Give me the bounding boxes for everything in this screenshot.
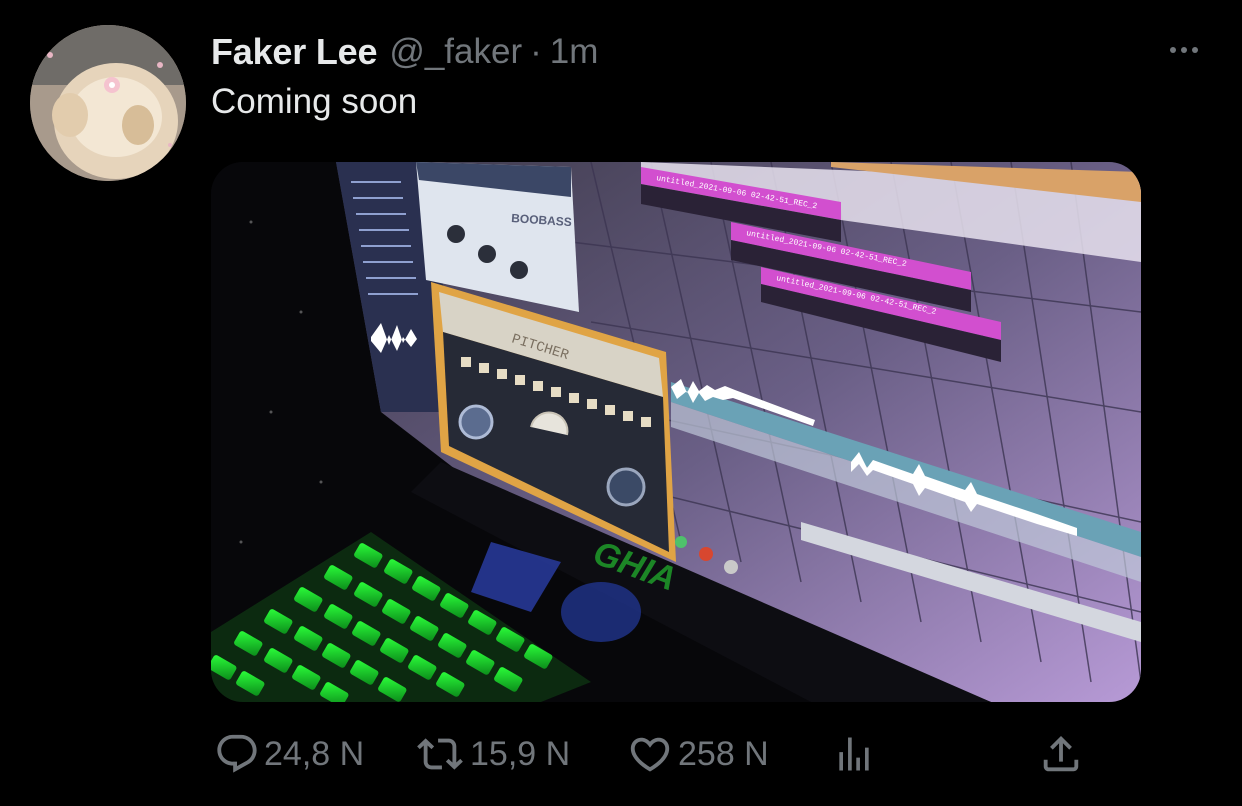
avatar-image (30, 25, 186, 181)
like-count: 258 N (678, 734, 769, 773)
more-icon (1170, 47, 1176, 53)
more-icon-dot (1181, 47, 1187, 53)
reply-icon (217, 734, 257, 773)
tweet-actions: 24,8 N 15,9 N 258 N (0, 724, 1242, 784)
reply-count: 24,8 N (264, 734, 365, 773)
display-name[interactable]: Faker Lee (211, 31, 378, 73)
share-button[interactable] (1038, 724, 1084, 784)
user-handle[interactable]: @_faker (389, 32, 522, 72)
analytics-icon (839, 737, 869, 771)
retweet-button[interactable]: 15,9 N (414, 724, 570, 784)
tweet-text: Coming soon (211, 82, 418, 121)
heart-icon (630, 737, 670, 772)
timestamp[interactable]: 1m (550, 32, 599, 72)
reply-button[interactable]: 24,8 N (214, 724, 364, 784)
tweet-photo[interactable]: untitled_2021-09-06 02-42-51_REC_2 untit… (211, 162, 1141, 702)
like-button[interactable]: 258 N (626, 724, 769, 784)
retweet-count: 15,9 N (470, 734, 571, 773)
more-icon-dot (1192, 47, 1198, 53)
tweet[interactable]: Faker Lee @_faker · 1m Coming soon untit… (0, 0, 1242, 806)
retweet-icon (417, 738, 463, 770)
share-icon (1043, 735, 1079, 772)
more-options-button[interactable] (1162, 36, 1206, 64)
analytics-button[interactable] (832, 724, 876, 784)
separator-dot: · (530, 32, 542, 71)
avatar[interactable] (30, 25, 186, 181)
tweet-header: Faker Lee @_faker · 1m (211, 30, 598, 74)
photo-monitor-daw: untitled_2021-09-06 02-42-51_REC_2 untit… (211, 162, 1141, 702)
